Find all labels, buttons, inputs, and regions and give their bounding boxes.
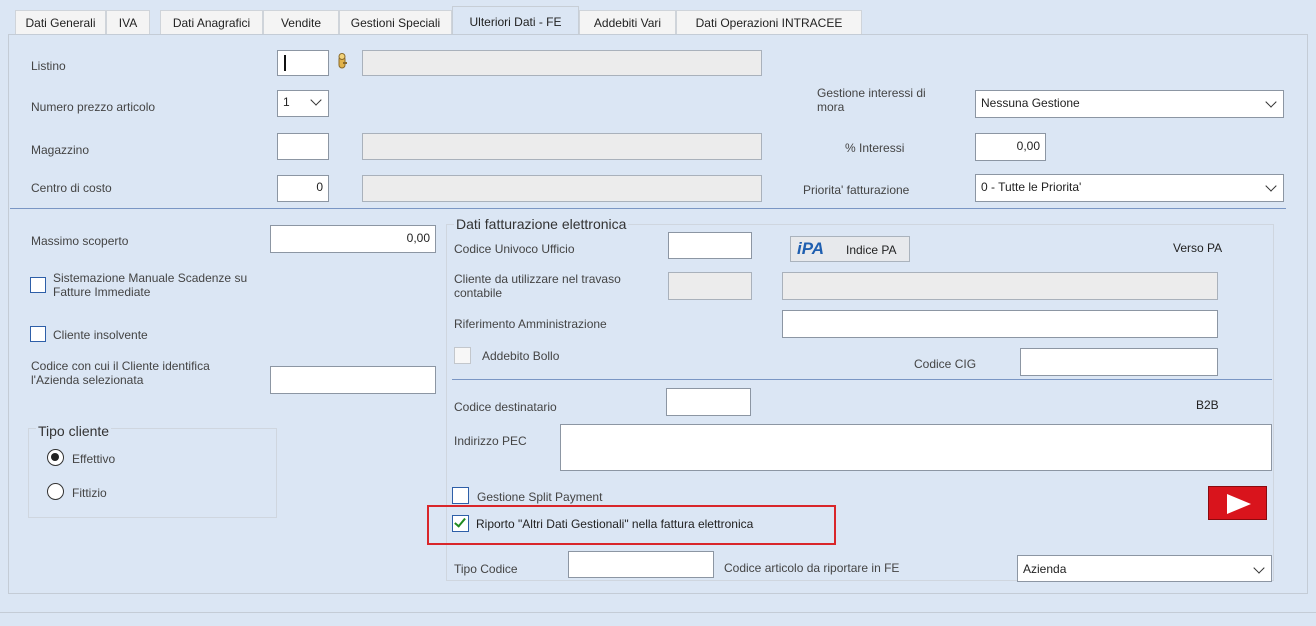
split-payment-label: Gestione Split Payment <box>477 490 603 504</box>
codice-cig-input[interactable] <box>1020 348 1218 376</box>
codice-destinatario-label: Codice destinatario <box>454 400 557 414</box>
section-divider <box>10 208 1286 209</box>
codice-articolo-select[interactable]: Azienda <box>1017 555 1272 582</box>
tab-iva[interactable]: IVA <box>106 10 150 34</box>
centro-costo-label: Centro di costo <box>31 181 112 195</box>
listino-description <box>362 50 762 76</box>
perc-interessi-input[interactable]: 0,00 <box>975 133 1046 161</box>
cliente-insolvente-checkbox[interactable] <box>30 326 46 342</box>
perc-interessi-label: % Interessi <box>845 141 905 155</box>
fe-divider <box>452 379 1272 380</box>
addebito-bollo-label: Addebito Bollo <box>482 349 560 363</box>
tipo-cliente-group <box>28 428 277 518</box>
riferimento-label: Riferimento Amministrazione <box>454 317 607 331</box>
addebito-bollo-checkbox[interactable] <box>454 347 471 364</box>
tab-dati-operazioni-intracee[interactable]: Dati Operazioni INTRACEE <box>676 10 862 34</box>
indice-pa-label: Indice PA <box>846 243 897 257</box>
numero-prezzo-label: Numero prezzo articolo <box>31 100 156 114</box>
codice-cliente-label: Codice con cui il Cliente identifica l'A… <box>31 359 210 387</box>
effettivo-radio[interactable] <box>47 449 64 466</box>
priorita-value: 0 - Tutte le Priorita' <box>981 180 1082 194</box>
listino-label: Listino <box>31 59 66 73</box>
fittizio-radio[interactable] <box>47 483 64 500</box>
cliente-travaso-input[interactable] <box>668 272 752 300</box>
interessi-mora-select[interactable]: Nessuna Gestione <box>975 90 1284 118</box>
codice-cliente-input[interactable] <box>270 366 436 394</box>
tab-dati-anagrafici[interactable]: Dati Anagrafici <box>160 10 263 34</box>
centro-costo-input[interactable]: 0 <box>277 175 329 202</box>
interessi-mora-value: Nessuna Gestione <box>981 96 1080 110</box>
interessi-mora-label: Gestione interessi di mora <box>817 86 926 114</box>
fittizio-label: Fittizio <box>72 486 107 500</box>
effettivo-label: Effettivo <box>72 452 116 466</box>
cliente-travaso-label: Cliente da utilizzare nel travaso contab… <box>454 272 621 300</box>
riferimento-input[interactable] <box>782 310 1218 338</box>
tab-bar: Dati Generali IVA Dati Anagrafici Vendit… <box>0 0 1316 35</box>
text-cursor <box>284 55 286 71</box>
b2b-label: B2B <box>1196 398 1219 412</box>
indice-pa-button[interactable]: iPA Indice PA <box>790 236 910 262</box>
codice-univoco-input[interactable] <box>668 232 752 259</box>
sistemazione-label: Sistemazione Manuale Scadenze su Fatture… <box>53 271 248 299</box>
listino-input[interactable] <box>277 50 329 76</box>
sistemazione-checkbox[interactable] <box>30 277 46 293</box>
tipo-codice-input[interactable] <box>568 551 714 578</box>
play-icon <box>1227 494 1251 514</box>
highlight-box <box>427 505 836 545</box>
fe-title: Dati fatturazione elettronica <box>454 216 629 232</box>
magazzino-input[interactable] <box>277 133 329 160</box>
cliente-travaso-description <box>782 272 1218 300</box>
codice-cig-label: Codice CIG <box>914 357 977 371</box>
numero-prezzo-select[interactable]: 1 <box>277 90 329 117</box>
chevron-down-icon <box>310 94 322 106</box>
lookup-icon[interactable] <box>334 53 350 71</box>
tipo-codice-label: Tipo Codice <box>454 562 518 576</box>
split-payment-checkbox[interactable] <box>452 487 469 504</box>
numero-prezzo-value: 1 <box>283 95 290 109</box>
priorita-label: Priorita' fatturazione <box>803 183 910 197</box>
indirizzo-pec-label: Indirizzo PEC <box>454 434 527 448</box>
tab-vendite[interactable]: Vendite <box>263 10 339 34</box>
codice-articolo-label: Codice articolo da riportare in FE <box>724 561 900 575</box>
massimo-scoperto-input[interactable]: 0,00 <box>270 225 436 253</box>
codice-univoco-label: Codice Univoco Ufficio <box>454 242 575 256</box>
magazzino-label: Magazzino <box>31 143 90 157</box>
indirizzo-pec-input[interactable] <box>560 424 1272 471</box>
centro-costo-description <box>362 175 762 202</box>
codice-destinatario-input[interactable] <box>666 388 751 416</box>
footer-divider <box>0 612 1316 613</box>
tab-gestioni-speciali[interactable]: Gestioni Speciali <box>339 10 452 34</box>
tab-ulteriori-dati-fe[interactable]: Ulteriori Dati - FE <box>452 6 579 35</box>
tab-addebiti-vari[interactable]: Addebiti Vari <box>579 10 676 34</box>
chevron-down-icon <box>1265 96 1277 108</box>
tab-dati-generali[interactable]: Dati Generali <box>15 10 106 34</box>
priorita-select[interactable]: 0 - Tutte le Priorita' <box>975 174 1284 202</box>
magazzino-description <box>362 133 762 160</box>
massimo-scoperto-label: Massimo scoperto <box>31 234 129 248</box>
cliente-insolvente-label: Cliente insolvente <box>53 328 148 342</box>
chevron-down-icon <box>1265 180 1277 192</box>
codice-articolo-value: Azienda <box>1023 562 1067 576</box>
verso-pa-label: Verso PA <box>1173 241 1223 255</box>
chevron-down-icon <box>1253 562 1265 574</box>
play-button[interactable] <box>1208 486 1267 520</box>
tipo-cliente-title: Tipo cliente <box>36 423 112 439</box>
ipa-logo-icon: iPA <box>797 239 825 258</box>
